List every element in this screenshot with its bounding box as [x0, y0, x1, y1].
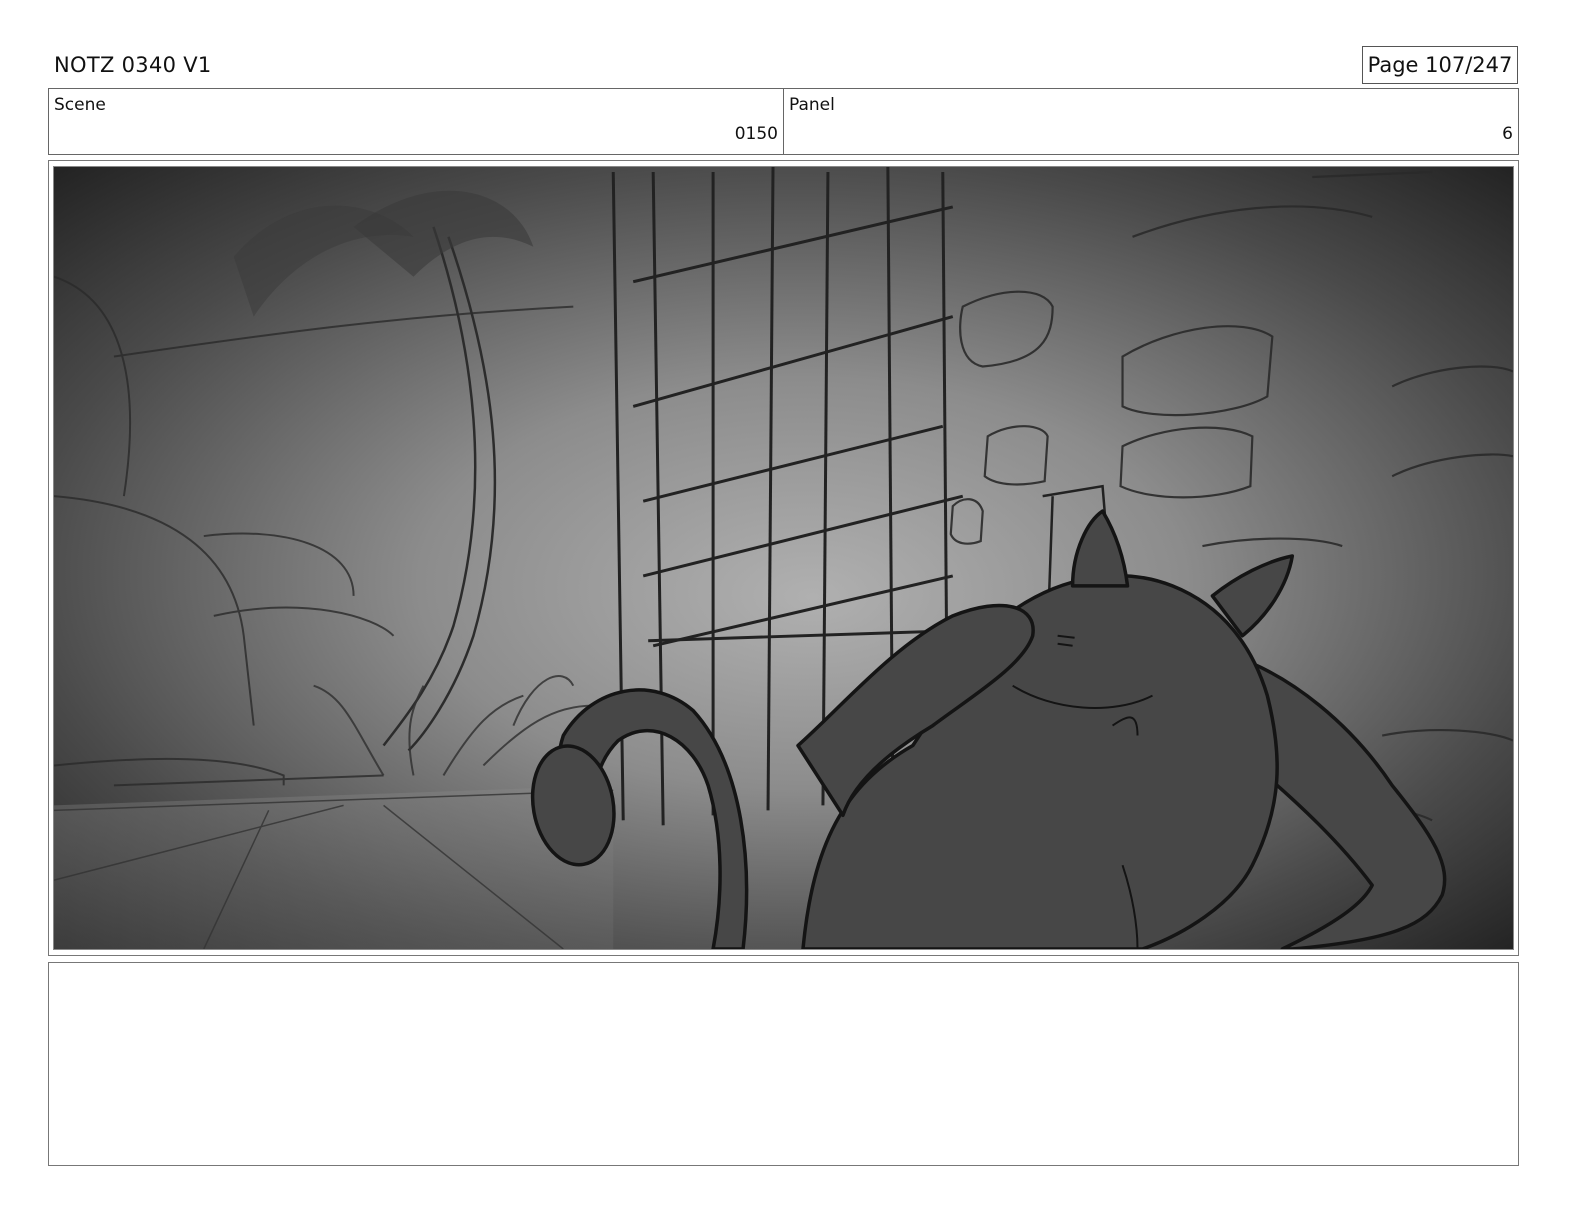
panel-value: 6 — [1502, 124, 1513, 144]
notes-text — [49, 963, 1518, 979]
panel-cell: Panel 6 — [784, 89, 1518, 154]
panel-label: Panel — [789, 95, 835, 115]
notes-box — [48, 962, 1519, 1166]
storyboard-sketch-icon — [54, 167, 1513, 949]
scene-label: Scene — [54, 95, 106, 115]
artwork-frame — [48, 160, 1519, 956]
page-number-box: Page 107/247 — [1362, 46, 1518, 84]
scene-cell: Scene 0150 — [49, 89, 784, 154]
scene-value: 0150 — [734, 124, 778, 144]
info-row: Scene 0150 Panel 6 — [48, 88, 1519, 155]
doc-title: NOTZ 0340 V1 — [54, 53, 212, 77]
artwork-panel — [53, 166, 1514, 950]
